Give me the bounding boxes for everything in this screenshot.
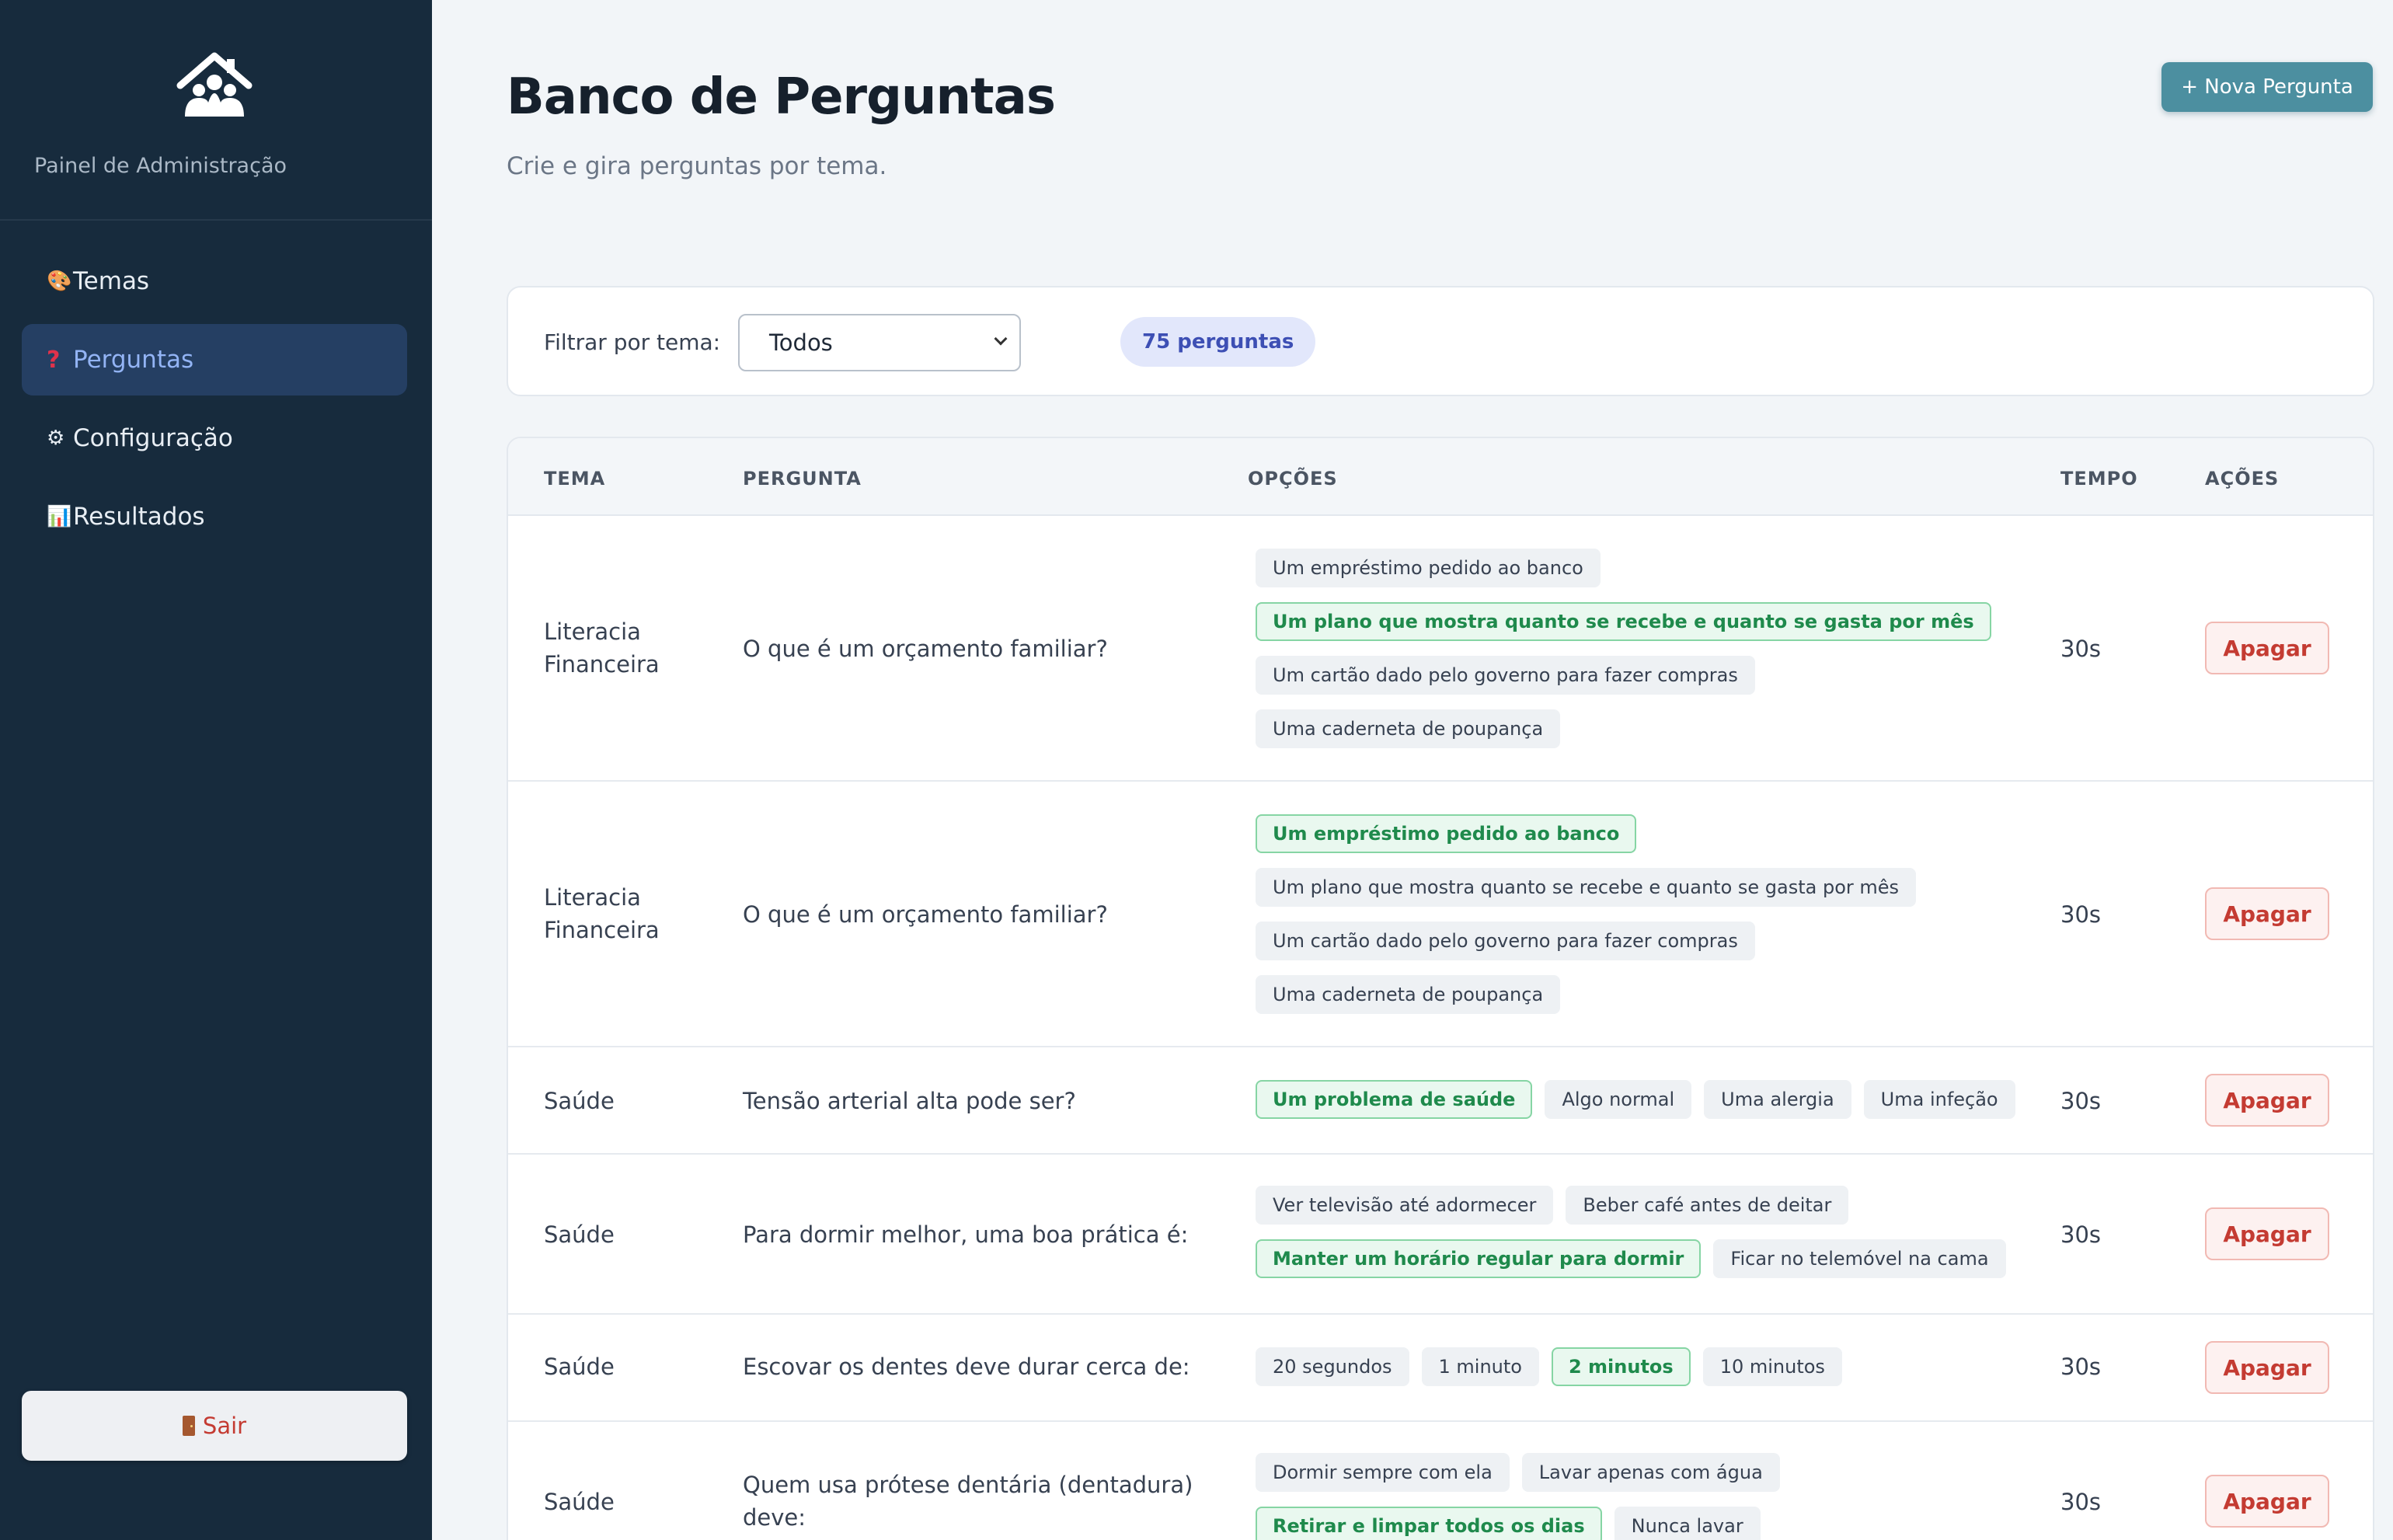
row-options: Ver televisão até adormecer Beber café a… <box>1256 1186 2032 1293</box>
question-icon: ? <box>47 346 61 374</box>
column-header-tempo: TEMPO <box>2060 468 2138 490</box>
row-tema: Literacia Financeira <box>544 618 660 678</box>
option-chip: Beber café antes de deitar <box>1566 1186 1849 1225</box>
correct-option-chip: Manter um horário regular para dormir <box>1256 1239 1702 1278</box>
table-row: Saúde Escovar os dentes deve durar cerca… <box>508 1315 2373 1422</box>
row-options: 20 segundos 1 minuto 2 minutos 10 minuto… <box>1256 1347 2032 1401</box>
row-time: 30s <box>2060 636 2102 662</box>
table-header: TEMA PERGUNTA OPÇÕES TEMPO AÇÕES <box>508 438 2373 516</box>
option-chip: Uma alergia <box>1704 1080 1851 1119</box>
row-question: Para dormir melhor, uma boa prática é: <box>743 1221 1189 1248</box>
sidebar: Painel de Administração 🎨 Temas ? Pergun… <box>0 0 432 1540</box>
filter-bar: Filtrar por tema: Todos 75 perguntas <box>507 286 2374 396</box>
gear-icon: ⚙ <box>47 427 65 450</box>
correct-option-chip: Um empréstimo pedido ao banco <box>1256 814 1637 853</box>
row-time: 30s <box>2060 1221 2102 1248</box>
sidebar-item-resultados[interactable]: 📊 Resultados <box>22 481 407 552</box>
option-chip: Uma caderneta de poupança <box>1256 975 1561 1014</box>
option-chip: Dormir sempre com ela <box>1256 1453 1510 1492</box>
theme-filter-select[interactable]: Todos <box>738 314 1021 371</box>
option-chip: Um empréstimo pedido ao banco <box>1256 549 1601 587</box>
chart-icon: 📊 <box>47 505 72 528</box>
correct-option-chip: 2 minutos <box>1551 1347 1691 1386</box>
table-row: Literacia Financeira O que é um orçament… <box>508 782 2373 1047</box>
page-title: Banco de Perguntas <box>507 68 1056 126</box>
correct-option-chip: Um problema de saúde <box>1256 1080 1533 1119</box>
sidebar-item-temas[interactable]: 🎨 Temas <box>22 246 407 317</box>
row-tema: Saúde <box>544 1489 615 1515</box>
filter-label: Filtrar por tema: <box>544 329 721 355</box>
correct-option-chip: Um plano que mostra quanto se recebe e q… <box>1256 602 1991 641</box>
option-chip: Um cartão dado pelo governo para fazer c… <box>1256 656 1755 695</box>
delete-button[interactable]: Apagar <box>2205 1341 2329 1394</box>
row-question: Tensão arterial alta pode ser? <box>743 1088 1076 1114</box>
delete-button[interactable]: Apagar <box>2205 1207 2329 1260</box>
row-question: O que é um orçamento familiar? <box>743 636 1108 662</box>
row-options: Um problema de saúde Algo normal Uma ale… <box>1256 1080 2032 1134</box>
brand-text: Painel de Administração <box>34 154 287 178</box>
question-count-badge: 75 perguntas <box>1120 317 1316 367</box>
logout-label: Sair <box>202 1413 247 1439</box>
table-row: Literacia Financeira O que é um orçament… <box>508 516 2373 782</box>
page-subtitle: Crie e gira perguntas por tema. <box>507 152 887 180</box>
row-question: Quem usa prótese dentária (dentadura) de… <box>743 1472 1193 1531</box>
main-content: Banco de Perguntas Crie e gira perguntas… <box>432 0 2393 1540</box>
sidebar-item-label: Resultados <box>73 503 205 531</box>
door-icon <box>182 1416 195 1436</box>
row-time: 30s <box>2060 1489 2102 1515</box>
row-time: 30s <box>2060 1354 2102 1380</box>
correct-option-chip: Retirar e limpar todos os dias <box>1256 1507 1602 1540</box>
delete-button[interactable]: Apagar <box>2205 1475 2329 1528</box>
option-chip: Ficar no telemóvel na cama <box>1713 1239 2006 1278</box>
sidebar-item-perguntas[interactable]: ? Perguntas <box>22 324 407 395</box>
sidebar-item-label: Temas <box>73 267 150 295</box>
row-tema: Saúde <box>544 1088 615 1114</box>
delete-button[interactable]: Apagar <box>2205 622 2329 674</box>
row-tema: Literacia Financeira <box>544 884 660 943</box>
option-chip: 10 minutos <box>1702 1347 1842 1386</box>
row-time: 30s <box>2060 901 2102 928</box>
new-question-button[interactable]: + Nova Pergunta <box>2161 62 2373 112</box>
table-row: Saúde Quem usa prótese dentária (dentadu… <box>508 1422 2373 1540</box>
option-chip: Algo normal <box>1545 1080 1692 1119</box>
sidebar-item-label: Configuração <box>73 424 233 452</box>
family-home-logo-icon <box>174 51 255 121</box>
chevron-down-icon <box>994 332 1008 346</box>
option-chip: Um cartão dado pelo governo para fazer c… <box>1256 922 1755 960</box>
row-options: Dormir sempre com ela Lavar apenas com á… <box>1256 1453 2032 1540</box>
sidebar-item-configuracao[interactable]: ⚙ Configuração <box>22 402 407 474</box>
option-chip: Nunca lavar <box>1614 1507 1761 1540</box>
brand: Painel de Administração <box>0 0 432 221</box>
row-tema: Saúde <box>544 1354 615 1380</box>
option-chip: 20 segundos <box>1256 1347 1409 1386</box>
option-chip: Uma infeção <box>1863 1080 2015 1119</box>
logout-button[interactable]: Sair <box>22 1391 407 1461</box>
sidebar-item-label: Perguntas <box>73 346 194 374</box>
row-time: 30s <box>2060 1088 2102 1114</box>
option-chip: 1 minuto <box>1421 1347 1539 1386</box>
row-tema: Saúde <box>544 1221 615 1248</box>
option-chip: Lavar apenas com água <box>1521 1453 1780 1492</box>
column-header-tema: TEMA <box>544 468 606 490</box>
sidebar-nav: 🎨 Temas ? Perguntas ⚙ Configuração 📊 Res… <box>22 246 407 559</box>
questions-table: TEMA PERGUNTA OPÇÕES TEMPO AÇÕES Literac… <box>507 437 2374 1540</box>
theme-filter-value: Todos <box>769 329 833 356</box>
row-question: O que é um orçamento familiar? <box>743 901 1108 928</box>
option-chip: Um plano que mostra quanto se recebe e q… <box>1256 868 1917 907</box>
column-header-pergunta: PERGUNTA <box>743 468 862 490</box>
table-row: Saúde Para dormir melhor, uma boa prátic… <box>508 1155 2373 1315</box>
delete-button[interactable]: Apagar <box>2205 887 2329 940</box>
delete-button[interactable]: Apagar <box>2205 1074 2329 1127</box>
row-question: Escovar os dentes deve durar cerca de: <box>743 1354 1190 1380</box>
row-options: Um empréstimo pedido ao banco Um plano q… <box>1256 814 2032 1029</box>
row-options: Um empréstimo pedido ao banco Um plano q… <box>1256 549 2032 763</box>
option-chip: Uma caderneta de poupança <box>1256 709 1561 748</box>
column-header-opcoes: OPÇÕES <box>1248 468 1338 490</box>
column-header-acoes: AÇÕES <box>2205 468 2280 490</box>
option-chip: Ver televisão até adormecer <box>1256 1186 1554 1225</box>
palette-icon: 🎨 <box>47 270 72 293</box>
table-row: Saúde Tensão arterial alta pode ser? Um … <box>508 1047 2373 1155</box>
